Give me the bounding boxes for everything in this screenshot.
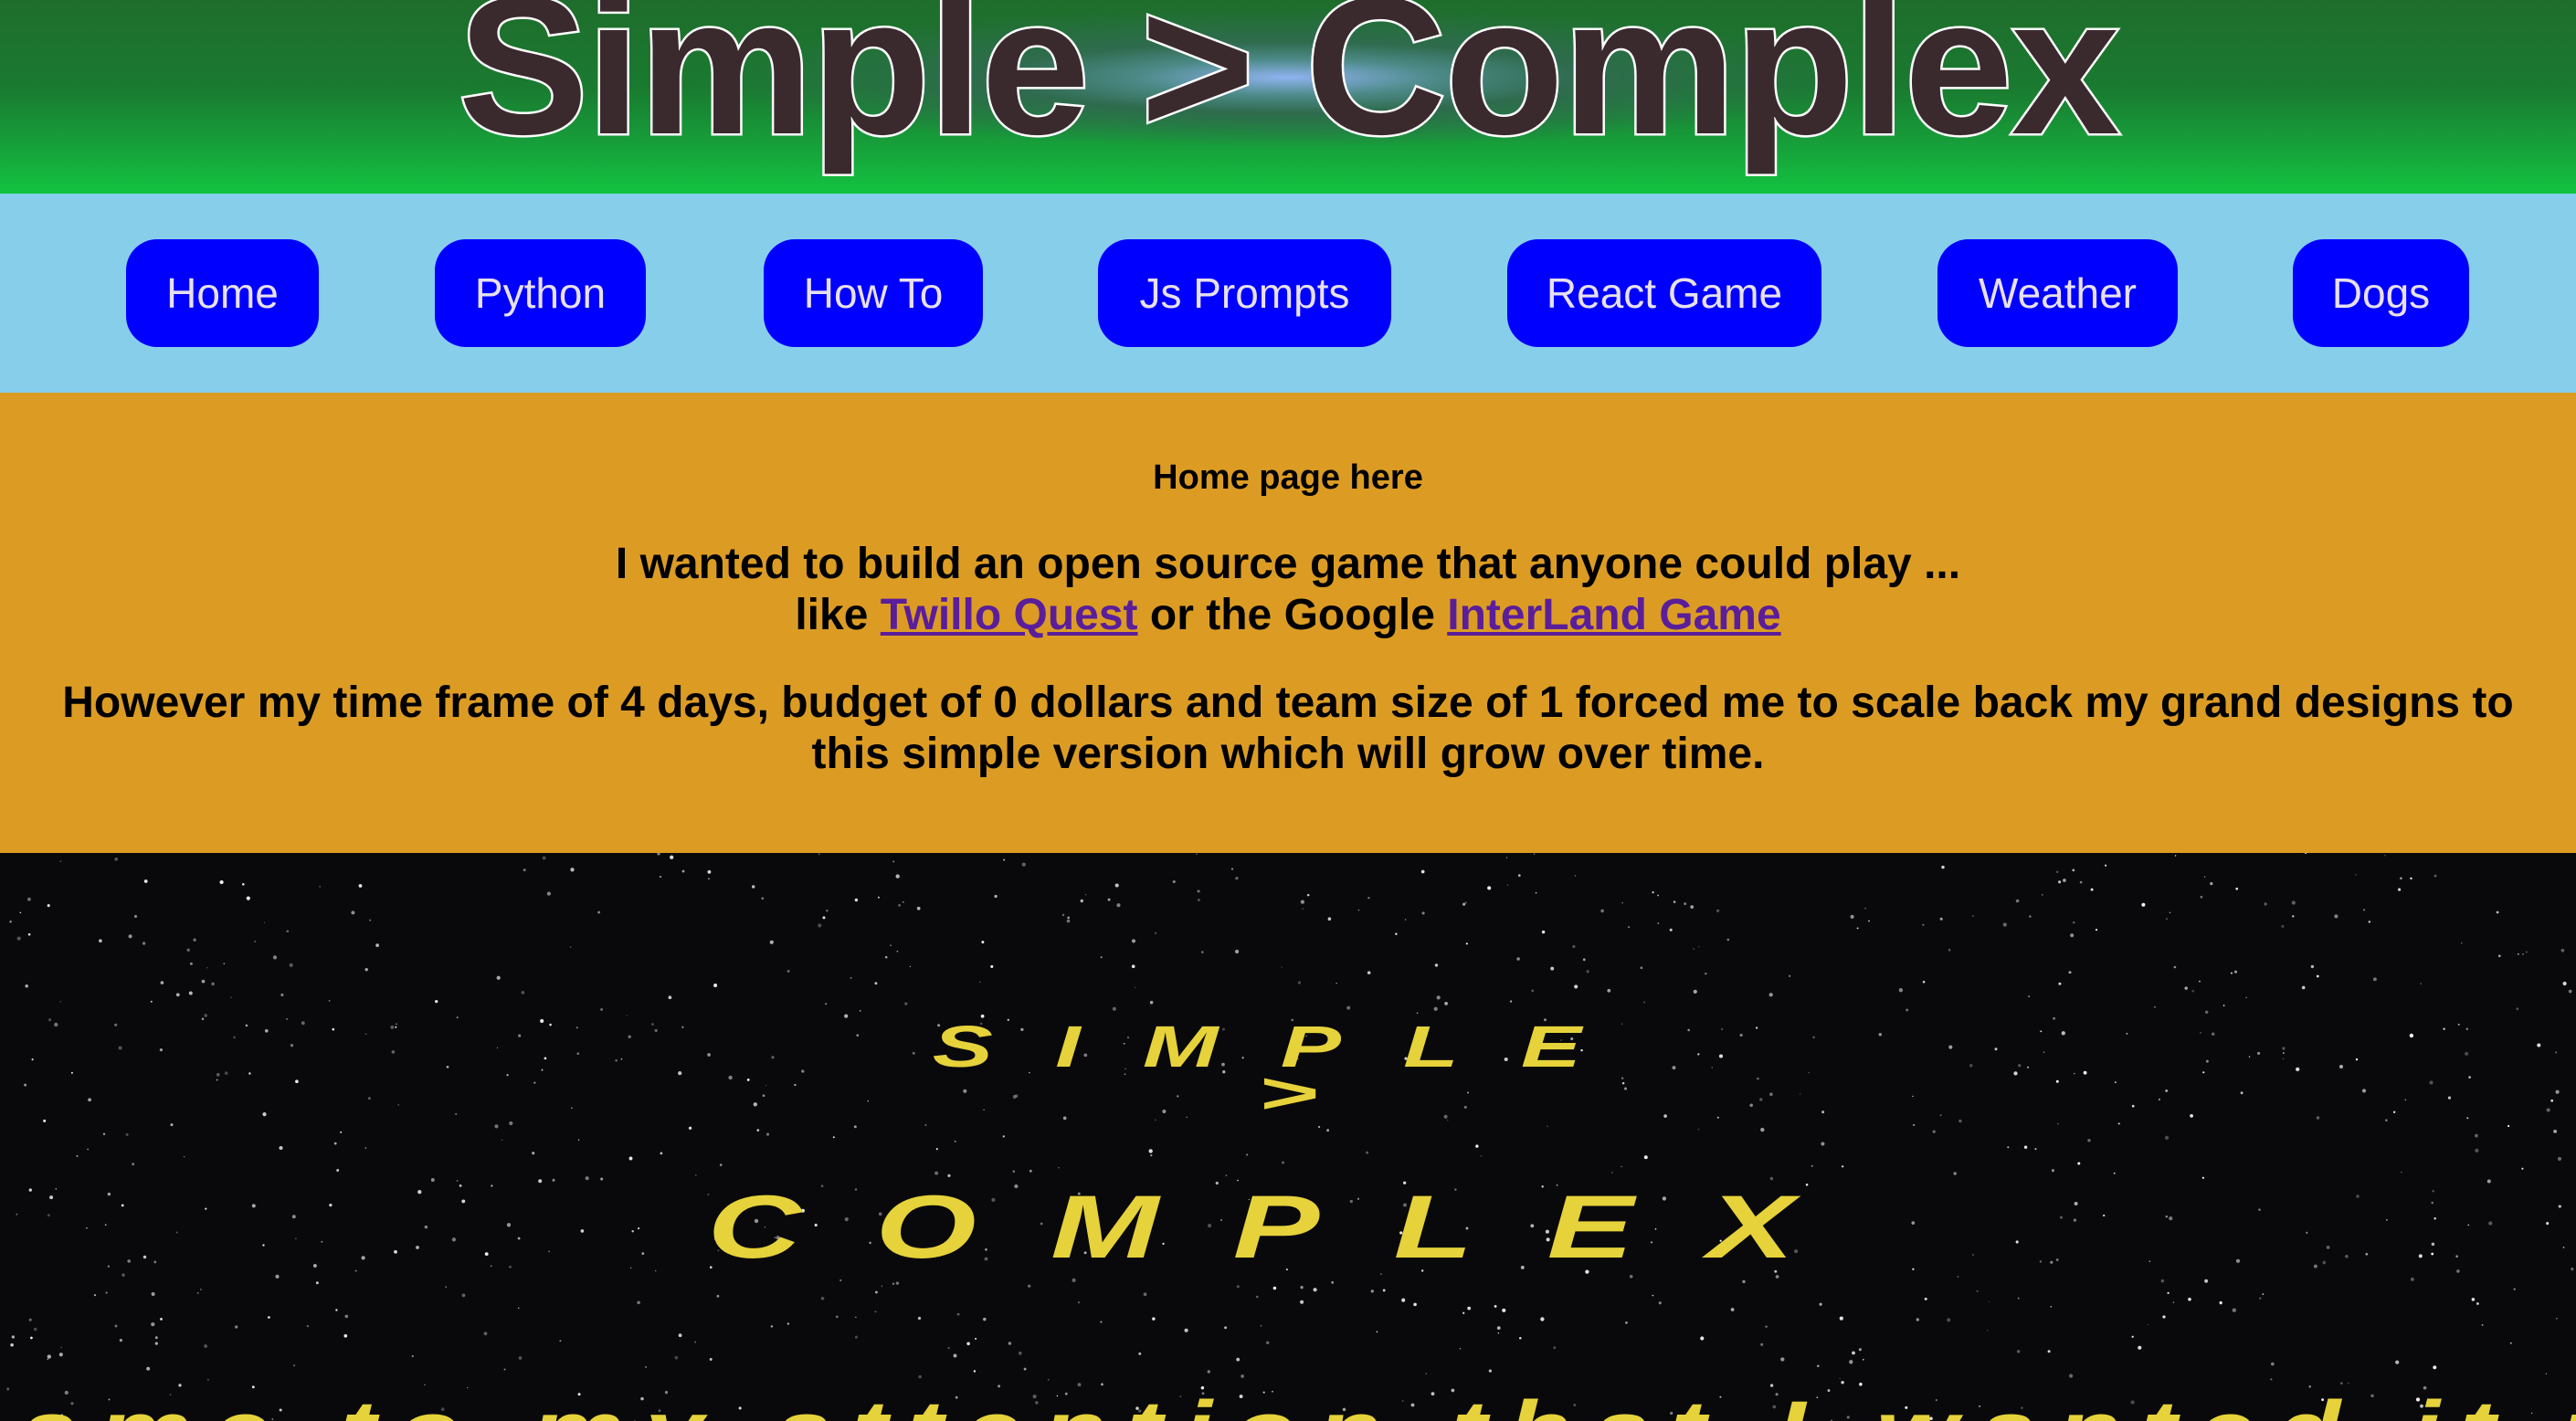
- intro-section: Home page here I wanted to build an open…: [0, 393, 2576, 853]
- nav-home-button[interactable]: Home: [126, 239, 319, 347]
- star-crawl-section: SIMPLE > COMPLEX "...came to my attentio…: [0, 853, 2576, 1421]
- nav-how-to-button[interactable]: How To: [764, 239, 983, 347]
- nav-js-prompts-button[interactable]: Js Prompts: [1098, 239, 1391, 347]
- intro-line1: I wanted to build an open source game th…: [615, 540, 1961, 588]
- site-title: Simple > Complex: [456, 0, 2122, 175]
- nav-react-game-button[interactable]: React Game: [1507, 239, 1821, 347]
- site-header: Simple > Complex: [0, 0, 2576, 194]
- nav-dogs-button[interactable]: Dogs: [2293, 239, 2469, 347]
- intro-constraints-paragraph: However my time frame of 4 days, budget …: [62, 679, 2514, 778]
- crawl-line-complex: COMPLEX: [708, 1177, 1869, 1277]
- crawl-line-gt: >: [1258, 1061, 1317, 1125]
- twillo-quest-link[interactable]: Twillo Quest: [881, 591, 1138, 639]
- intro-line2-middle: or the Google: [1149, 591, 1435, 639]
- intro-heading: Home page here: [1153, 458, 1423, 497]
- intro-paragraph: I wanted to build an open source game th…: [0, 539, 2576, 641]
- main-nav: Home Python How To Js Prompts React Game…: [0, 194, 2576, 393]
- crawl-line-quote: "...came to my attention that I wanted i…: [0, 1384, 2576, 1421]
- nav-python-button[interactable]: Python: [435, 239, 646, 347]
- crawl-title-graphic: SIMPLE > COMPLEX "...came to my attentio…: [0, 1014, 2576, 1421]
- intro-line2-prefix: like: [795, 591, 869, 639]
- nav-weather-button[interactable]: Weather: [1937, 239, 2178, 347]
- interland-game-link[interactable]: InterLand Game: [1447, 591, 1780, 639]
